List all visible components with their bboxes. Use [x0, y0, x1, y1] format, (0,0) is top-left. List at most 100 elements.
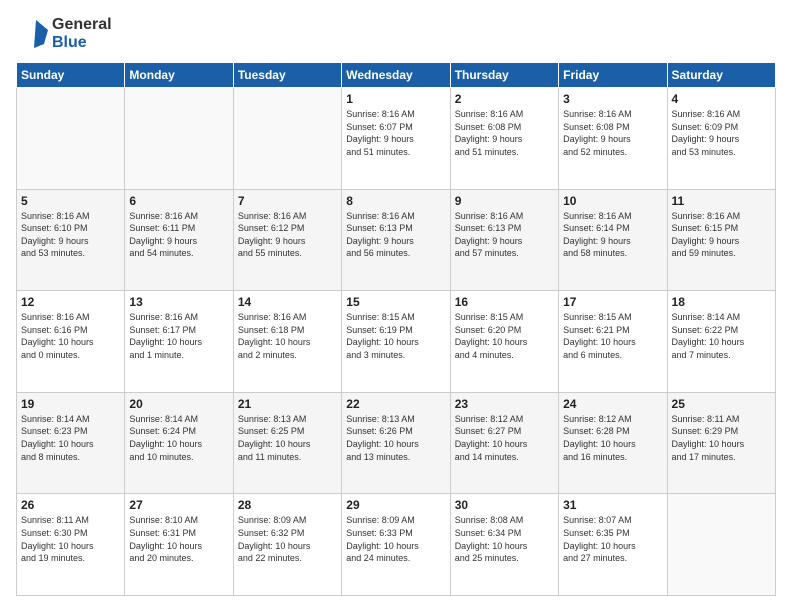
calendar-cell: 30 Sunrise: 8:08 AM Sunset: 6:34 PM Dayli…: [450, 494, 558, 596]
calendar-cell: 27 Sunrise: 8:10 AM Sunset: 6:31 PM Dayli…: [125, 494, 233, 596]
day-number: 5: [21, 194, 120, 208]
calendar-cell: 14Sunrise: 8:16 AM Sunset: 6:18 PM Dayli…: [233, 291, 341, 393]
calendar-cell: 26 Sunrise: 8:11 AM Sunset: 6:30 PM Dayli…: [17, 494, 125, 596]
logo-wordmark: GeneralBlue: [52, 16, 112, 52]
day-number: 19: [21, 397, 120, 411]
day-info: Sunrise: 8:16 AM Sunset: 6:13 PM Dayligh…: [455, 210, 554, 260]
day-number: 29: [346, 498, 445, 512]
day-info: Sunrise: 8:15 AM Sunset: 6:21 PM Dayligh…: [563, 311, 662, 361]
calendar-cell: 15 Sunrise: 8:15 AM Sunset: 6:19 PM Dayli…: [342, 291, 450, 393]
day-info: Sunrise: 8:16 AM Sunset: 6:15 PM Dayligh…: [672, 210, 771, 260]
weekday-header-saturday: Saturday: [667, 63, 775, 88]
day-number: 17: [563, 295, 662, 309]
day-info: Sunrise: 8:16 AM Sunset: 6:16 PM Dayligh…: [21, 311, 120, 361]
calendar-cell: 25 Sunrise: 8:11 AM Sunset: 6:29 PM Dayli…: [667, 392, 775, 494]
day-number: 7: [238, 194, 337, 208]
day-info: Sunrise: 8:13 AM Sunset: 6:25 PM Dayligh…: [238, 413, 337, 463]
calendar-cell: 3Sunrise: 8:16 AM Sunset: 6:08 PM Daylig…: [559, 88, 667, 190]
calendar-cell: 23 Sunrise: 8:12 AM Sunset: 6:27 PM Dayli…: [450, 392, 558, 494]
day-info: Sunrise: 8:15 AM Sunset: 6:20 PM Dayligh…: [455, 311, 554, 361]
calendar: SundayMondayTuesdayWednesdayThursdayFrid…: [16, 62, 776, 596]
calendar-cell: 1Sunrise: 8:16 AM Sunset: 6:07 PM Daylig…: [342, 88, 450, 190]
day-info: Sunrise: 8:16 AM Sunset: 6:17 PM Dayligh…: [129, 311, 228, 361]
day-info: Sunrise: 8:09 AM Sunset: 6:33 PM Dayligh…: [346, 514, 445, 564]
calendar-cell: 10 Sunrise: 8:16 AM Sunset: 6:14 PM Dayli…: [559, 189, 667, 291]
day-number: 26: [21, 498, 120, 512]
calendar-cell: 2 Sunrise: 8:16 AM Sunset: 6:08 PM Daylig…: [450, 88, 558, 190]
calendar-cell: 21 Sunrise: 8:13 AM Sunset: 6:25 PM Dayli…: [233, 392, 341, 494]
day-number: 25: [672, 397, 771, 411]
weekday-header-monday: Monday: [125, 63, 233, 88]
day-number: 27: [129, 498, 228, 512]
day-number: 13: [129, 295, 228, 309]
weekday-header-wednesday: Wednesday: [342, 63, 450, 88]
day-number: 22: [346, 397, 445, 411]
day-info: Sunrise: 8:10 AM Sunset: 6:31 PM Dayligh…: [129, 514, 228, 564]
day-info: Sunrise: 8:16 AM Sunset: 6:12 PM Dayligh…: [238, 210, 337, 260]
calendar-cell: [17, 88, 125, 190]
week-row-5: 26 Sunrise: 8:11 AM Sunset: 6:30 PM Dayli…: [17, 494, 776, 596]
calendar-cell: 7 Sunrise: 8:16 AM Sunset: 6:12 PM Daylig…: [233, 189, 341, 291]
day-info: Sunrise: 8:08 AM Sunset: 6:34 PM Dayligh…: [455, 514, 554, 564]
day-number: 31: [563, 498, 662, 512]
calendar-cell: 20Sunrise: 8:14 AM Sunset: 6:24 PM Dayli…: [125, 392, 233, 494]
day-info: Sunrise: 8:16 AM Sunset: 6:14 PM Dayligh…: [563, 210, 662, 260]
calendar-cell: 13 Sunrise: 8:16 AM Sunset: 6:17 PM Dayli…: [125, 291, 233, 393]
calendar-cell: 17 Sunrise: 8:15 AM Sunset: 6:21 PM Dayli…: [559, 291, 667, 393]
day-number: 2: [455, 92, 554, 106]
day-info: Sunrise: 8:07 AM Sunset: 6:35 PM Dayligh…: [563, 514, 662, 564]
calendar-cell: 28Sunrise: 8:09 AM Sunset: 6:32 PM Dayli…: [233, 494, 341, 596]
logo-svg: [16, 16, 52, 52]
day-number: 12: [21, 295, 120, 309]
day-info: Sunrise: 8:16 AM Sunset: 6:18 PM Dayligh…: [238, 311, 337, 361]
week-row-3: 12 Sunrise: 8:16 AM Sunset: 6:16 PM Dayli…: [17, 291, 776, 393]
calendar-cell: [233, 88, 341, 190]
day-number: 16: [455, 295, 554, 309]
weekday-header-row: SundayMondayTuesdayWednesdayThursdayFrid…: [17, 63, 776, 88]
calendar-cell: 5 Sunrise: 8:16 AM Sunset: 6:10 PM Daylig…: [17, 189, 125, 291]
day-number: 9: [455, 194, 554, 208]
day-info: Sunrise: 8:15 AM Sunset: 6:19 PM Dayligh…: [346, 311, 445, 361]
day-info: Sunrise: 8:12 AM Sunset: 6:27 PM Dayligh…: [455, 413, 554, 463]
day-number: 8: [346, 194, 445, 208]
day-number: 15: [346, 295, 445, 309]
day-info: Sunrise: 8:16 AM Sunset: 6:07 PM Dayligh…: [346, 108, 445, 158]
day-number: 20: [129, 397, 228, 411]
calendar-cell: 19 Sunrise: 8:14 AM Sunset: 6:23 PM Dayli…: [17, 392, 125, 494]
day-info: Sunrise: 8:14 AM Sunset: 6:22 PM Dayligh…: [672, 311, 771, 361]
day-info: Sunrise: 8:16 AM Sunset: 6:10 PM Dayligh…: [21, 210, 120, 260]
day-number: 10: [563, 194, 662, 208]
day-info: Sunrise: 8:16 AM Sunset: 6:08 PM Dayligh…: [455, 108, 554, 158]
week-row-2: 5 Sunrise: 8:16 AM Sunset: 6:10 PM Daylig…: [17, 189, 776, 291]
day-number: 24: [563, 397, 662, 411]
day-info: Sunrise: 8:11 AM Sunset: 6:30 PM Dayligh…: [21, 514, 120, 564]
day-info: Sunrise: 8:14 AM Sunset: 6:23 PM Dayligh…: [21, 413, 120, 463]
day-number: 30: [455, 498, 554, 512]
day-info: Sunrise: 8:16 AM Sunset: 6:09 PM Dayligh…: [672, 108, 771, 158]
day-info: Sunrise: 8:12 AM Sunset: 6:28 PM Dayligh…: [563, 413, 662, 463]
calendar-cell: 31 Sunrise: 8:07 AM Sunset: 6:35 PM Dayli…: [559, 494, 667, 596]
calendar-cell: 11Sunrise: 8:16 AM Sunset: 6:15 PM Dayli…: [667, 189, 775, 291]
calendar-cell: 4Sunrise: 8:16 AM Sunset: 6:09 PM Daylig…: [667, 88, 775, 190]
week-row-4: 19 Sunrise: 8:14 AM Sunset: 6:23 PM Dayli…: [17, 392, 776, 494]
calendar-cell: 22 Sunrise: 8:13 AM Sunset: 6:26 PM Dayli…: [342, 392, 450, 494]
day-info: Sunrise: 8:13 AM Sunset: 6:26 PM Dayligh…: [346, 413, 445, 463]
calendar-cell: 12 Sunrise: 8:16 AM Sunset: 6:16 PM Dayli…: [17, 291, 125, 393]
day-info: Sunrise: 8:16 AM Sunset: 6:11 PM Dayligh…: [129, 210, 228, 260]
day-info: Sunrise: 8:11 AM Sunset: 6:29 PM Dayligh…: [672, 413, 771, 463]
day-number: 18: [672, 295, 771, 309]
calendar-cell: [667, 494, 775, 596]
calendar-cell: 29 Sunrise: 8:09 AM Sunset: 6:33 PM Dayli…: [342, 494, 450, 596]
day-number: 3: [563, 92, 662, 106]
calendar-cell: 16 Sunrise: 8:15 AM Sunset: 6:20 PM Dayli…: [450, 291, 558, 393]
calendar-cell: 18 Sunrise: 8:14 AM Sunset: 6:22 PM Dayli…: [667, 291, 775, 393]
weekday-header-sunday: Sunday: [17, 63, 125, 88]
day-number: 23: [455, 397, 554, 411]
day-number: 21: [238, 397, 337, 411]
day-info: Sunrise: 8:16 AM Sunset: 6:13 PM Dayligh…: [346, 210, 445, 260]
calendar-cell: 6Sunrise: 8:16 AM Sunset: 6:11 PM Daylig…: [125, 189, 233, 291]
day-info: Sunrise: 8:09 AM Sunset: 6:32 PM Dayligh…: [238, 514, 337, 564]
week-row-1: 1Sunrise: 8:16 AM Sunset: 6:07 PM Daylig…: [17, 88, 776, 190]
calendar-cell: 8 Sunrise: 8:16 AM Sunset: 6:13 PM Daylig…: [342, 189, 450, 291]
weekday-header-thursday: Thursday: [450, 63, 558, 88]
